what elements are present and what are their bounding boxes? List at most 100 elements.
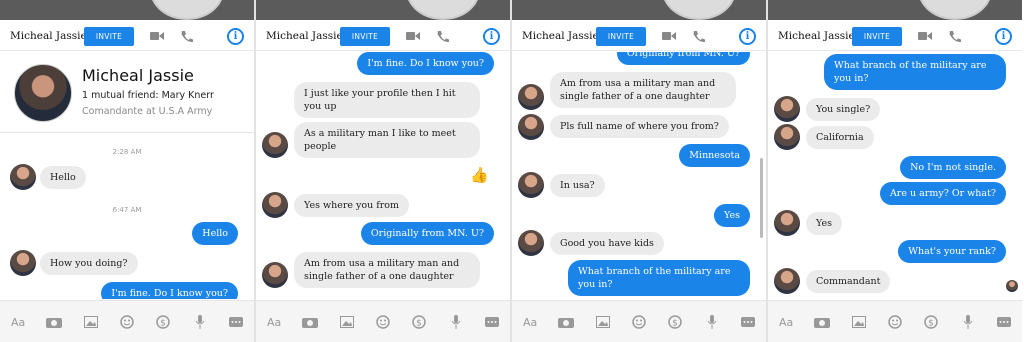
camera-icon[interactable] <box>36 316 72 328</box>
info-icon[interactable]: i <box>483 27 500 45</box>
message-outgoing: No I'm not single. <box>900 156 1006 179</box>
message-incoming: Hello <box>40 166 86 189</box>
avatar <box>774 268 800 294</box>
message-list: What branch of the military are you in? … <box>768 52 1022 299</box>
mutual-friends: 1 mutual friend: Mary Knerr <box>82 90 214 101</box>
svg-text:$: $ <box>928 319 934 329</box>
chat-header: Micheal Jassie INVITE i <box>0 22 254 51</box>
contact-name[interactable]: Micheal Jassie <box>10 30 87 42</box>
avatar <box>518 114 544 140</box>
video-call-icon[interactable] <box>662 31 676 41</box>
message-outgoing: I'm fine. Do I know you? <box>101 282 238 299</box>
message-incoming: You single? <box>806 98 881 121</box>
phone-icon[interactable] <box>692 30 706 43</box>
camera-icon[interactable] <box>292 316 328 328</box>
emoji-icon[interactable] <box>365 315 401 329</box>
nav-circle <box>406 0 480 20</box>
message-outgoing: Originally from MN. U? <box>616 52 750 65</box>
chat-panel-3: Micheal Jassie INVITE i Originally from … <box>512 0 766 342</box>
info-icon[interactable]: i <box>739 27 756 45</box>
avatar <box>518 230 544 256</box>
more-icon[interactable] <box>986 317 1022 327</box>
message-list: Micheal Jassie 1 mutual friend: Mary Kne… <box>0 52 254 299</box>
payment-icon[interactable]: $ <box>657 315 693 329</box>
invite-button[interactable]: INVITE <box>84 26 134 46</box>
payment-icon[interactable]: $ <box>145 315 181 329</box>
avatar <box>10 250 36 276</box>
like-icon[interactable]: 👍 <box>470 166 489 184</box>
video-call-icon[interactable] <box>918 31 932 41</box>
payment-icon[interactable]: $ <box>401 315 437 329</box>
chat-header: Micheal Jassie INVITE i <box>768 22 1022 51</box>
message-incoming: As a military man I like to meet people <box>294 122 480 158</box>
message-outgoing: What branch of the military are you in? <box>824 54 1006 90</box>
more-icon[interactable] <box>730 317 766 327</box>
more-icon[interactable] <box>474 317 510 327</box>
message-list: Originally from MN. U? Am from usa a mil… <box>512 52 766 299</box>
image-icon[interactable] <box>329 316 365 328</box>
profile-role: Comandante at U.S.A Army <box>82 106 213 117</box>
chat-panel-2: Micheal Jassie INVITE i I'm fine. Do I k… <box>256 0 510 342</box>
message-incoming: In usa? <box>550 174 605 197</box>
video-call-icon[interactable] <box>406 31 420 41</box>
scrollbar[interactable] <box>760 158 763 238</box>
avatar <box>262 132 288 158</box>
avatar <box>10 164 36 190</box>
info-icon[interactable]: i <box>227 27 244 45</box>
contact-name[interactable]: Micheal Jassie <box>522 30 599 42</box>
svg-text:$: $ <box>416 319 422 329</box>
image-icon[interactable] <box>73 316 109 328</box>
invite-button[interactable]: INVITE <box>852 26 902 46</box>
image-icon[interactable] <box>585 316 621 328</box>
avatar <box>774 124 800 150</box>
chat-header: Micheal Jassie INVITE i <box>512 22 766 51</box>
composer-bar: Aa $ <box>768 300 1022 342</box>
contact-name[interactable]: Micheal Jassie <box>266 30 343 42</box>
more-icon[interactable] <box>218 317 254 327</box>
camera-icon[interactable] <box>548 316 584 328</box>
message-incoming: I just like your profile then I hit you … <box>294 82 480 118</box>
emoji-icon[interactable] <box>109 315 145 329</box>
text-input-icon[interactable]: Aa <box>768 316 804 329</box>
message-incoming: California <box>806 126 874 149</box>
chat-panel-1: Micheal Jassie INVITE i Micheal Jassie 1… <box>0 0 254 342</box>
profile-avatar <box>14 64 72 122</box>
emoji-icon[interactable] <box>621 315 657 329</box>
divider <box>0 132 254 133</box>
message-outgoing: Yes <box>714 204 750 227</box>
contact-name[interactable]: Micheal Jassie <box>778 30 855 42</box>
phone-icon[interactable] <box>948 30 962 43</box>
emoji-icon[interactable] <box>877 315 913 329</box>
composer-bar: Aa $ <box>256 300 510 342</box>
message-outgoing: Minnesota <box>679 144 750 167</box>
text-input-icon[interactable]: Aa <box>256 316 292 329</box>
avatar <box>518 172 544 198</box>
microphone-icon[interactable] <box>181 315 217 329</box>
camera-icon[interactable] <box>804 316 840 328</box>
composer-bar: Aa $ <box>0 300 254 342</box>
phone-icon[interactable] <box>180 30 194 43</box>
avatar <box>774 96 800 122</box>
microphone-icon[interactable] <box>949 315 985 329</box>
message-incoming: Yes <box>806 212 842 235</box>
nav-circle <box>662 0 736 20</box>
invite-button[interactable]: INVITE <box>340 26 390 46</box>
chat-header: Micheal Jassie INVITE i <box>256 22 510 51</box>
video-call-icon[interactable] <box>150 31 164 41</box>
microphone-icon[interactable] <box>437 315 473 329</box>
info-icon[interactable]: i <box>995 27 1012 45</box>
invite-button[interactable]: INVITE <box>596 26 646 46</box>
top-nav-bar <box>768 0 1022 20</box>
seen-avatar <box>1006 280 1018 292</box>
text-input-icon[interactable]: Aa <box>0 316 36 329</box>
message-incoming: Yes where you from <box>294 194 410 217</box>
screenshot-strip: Micheal Jassie INVITE i Micheal Jassie 1… <box>0 0 1024 342</box>
message-outgoing: What's your rank? <box>898 240 1006 263</box>
avatar <box>774 210 800 236</box>
payment-icon[interactable]: $ <box>913 315 949 329</box>
message-outgoing: Originally from MN. U? <box>360 222 494 245</box>
phone-icon[interactable] <box>436 30 450 43</box>
text-input-icon[interactable]: Aa <box>512 316 548 329</box>
image-icon[interactable] <box>841 316 877 328</box>
microphone-icon[interactable] <box>693 315 729 329</box>
